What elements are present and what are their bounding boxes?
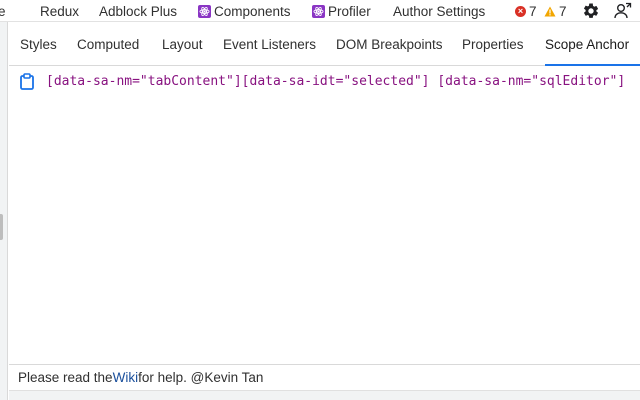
warning-counter[interactable]: 7 [544,0,567,21]
tab-dom-breakpoints[interactable]: DOM Breakpoints [336,22,443,66]
tab-styles[interactable]: Styles [20,22,57,66]
tab-components[interactable]: Components [198,0,291,21]
active-tab-indicator [545,64,640,66]
tab-author-settings-label: Author Settings [393,3,486,19]
tab-computed[interactable]: Computed [77,22,139,66]
bottom-strip [9,390,640,400]
tab-adblock-plus-label: Adblock Plus [99,3,178,19]
error-count: 7 [529,3,537,19]
scope-anchor-pane: [data-sa-nm="tabContent"][data-sa-idt="s… [9,67,640,364]
tab-layout-label: Layout [162,36,203,52]
tab-redux-label: Redux [40,3,80,19]
error-icon: × [515,5,526,17]
scope-selector-text[interactable]: [data-sa-nm="tabContent"][data-sa-idt="s… [46,73,625,90]
tab-event-listeners[interactable]: Event Listeners [223,22,316,66]
react-icon [198,4,211,18]
elements-sidebar-tab-bar: Styles Computed Layout Event Listeners D… [9,22,640,66]
tab-properties-label: Properties [462,36,524,52]
devtools-top-tab-bar: e Redux Adblock Plus Components [0,0,640,22]
settings-button[interactable] [581,1,601,21]
tab-dom-breakpoints-label: DOM Breakpoints [336,36,443,52]
tab-event-listeners-label: Event Listeners [223,36,317,52]
tab-redux[interactable]: Redux [40,0,80,21]
error-counter[interactable]: × 7 [515,0,537,21]
copy-selector-button[interactable] [19,73,35,90]
tab-components-label: Components [214,3,291,19]
tab-adblock-plus[interactable]: Adblock Plus [99,0,178,21]
tab-styles-label: Styles [20,36,57,52]
tab-partial-label: e [0,4,6,19]
tab-partial[interactable]: e [0,0,6,21]
user-switch-icon [614,2,632,19]
warning-icon [544,6,556,16]
help-footer: Please read the Wiki for help. @Kevin Ta… [9,364,640,390]
gear-icon [584,3,599,18]
tab-profiler-label: Profiler [328,3,371,19]
footer-suffix: for help. @Kevin Tan [138,370,264,385]
devtools-window: e Redux Adblock Plus Components [0,0,640,400]
user-switch-button[interactable] [613,1,633,21]
tab-scope-anchor[interactable]: Scope Anchor [545,22,629,66]
tab-profiler[interactable]: Profiler [312,0,371,21]
tab-properties[interactable]: Properties [462,22,524,66]
resize-handle[interactable] [0,214,3,240]
clipboard-icon [20,73,34,90]
tab-author-settings[interactable]: Author Settings [393,0,486,21]
tab-layout[interactable]: Layout [162,22,203,66]
warning-count: 7 [559,3,567,19]
react-icon [312,4,325,18]
footer-prefix: Please read the [18,370,113,385]
wiki-link[interactable]: Wiki [113,370,139,385]
tab-computed-label: Computed [77,36,140,52]
left-panel-edge [0,22,8,400]
tab-scope-anchor-label: Scope Anchor [545,36,630,52]
